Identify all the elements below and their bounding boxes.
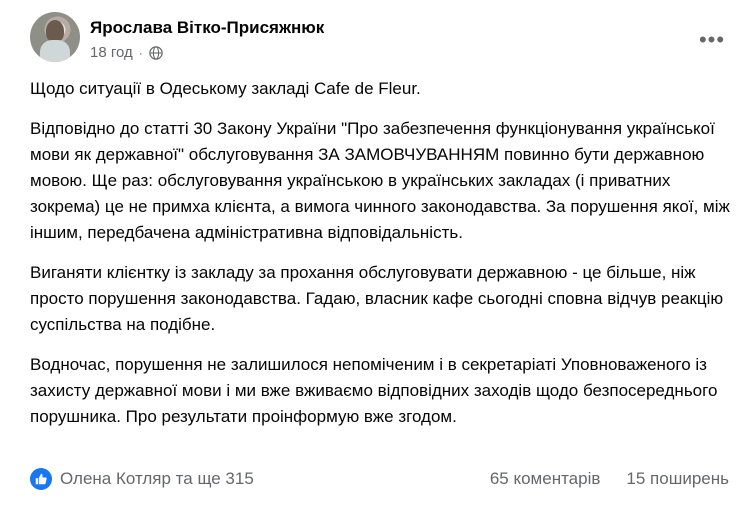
author-avatar[interactable] [30, 12, 80, 62]
like-icon[interactable] [30, 468, 52, 490]
post-paragraph: Водночас, порушення не залишилося непомі… [30, 355, 718, 426]
avatar-hair [46, 20, 64, 42]
avatar-figure [40, 40, 70, 62]
post-footer: Олена Котляр та ще 315 65 коментарів 15 … [30, 466, 729, 492]
post-meta: 18 год · [90, 44, 163, 61]
post-header: Ярослава Вітко-Присяжнюк 18 год · ••• [30, 12, 730, 72]
post-time[interactable]: 18 год [90, 44, 133, 61]
post-paragraph: Відповідно до статті 30 Закону України "… [30, 119, 730, 242]
shares-count[interactable]: 15 поширень [626, 469, 729, 489]
reactions-summary[interactable]: Олена Котляр та ще 315 [60, 469, 254, 489]
post-card: Ярослава Вітко-Присяжнюк 18 год · ••• Що… [0, 0, 749, 509]
author-name[interactable]: Ярослава Вітко-Присяжнюк [90, 18, 324, 38]
post-body: Щодо ситуації в Одеському закладі Cafe d… [30, 76, 730, 444]
more-options-icon[interactable]: ••• [694, 28, 730, 52]
post-paragraph: Щодо ситуації в Одеському закладі Cafe d… [30, 79, 421, 98]
post-paragraph: Виганяти клієнтку із закладу за прохання… [30, 263, 724, 334]
comments-count[interactable]: 65 коментарів [490, 469, 601, 489]
globe-icon [149, 45, 163, 60]
separator-dot: · [138, 45, 143, 60]
